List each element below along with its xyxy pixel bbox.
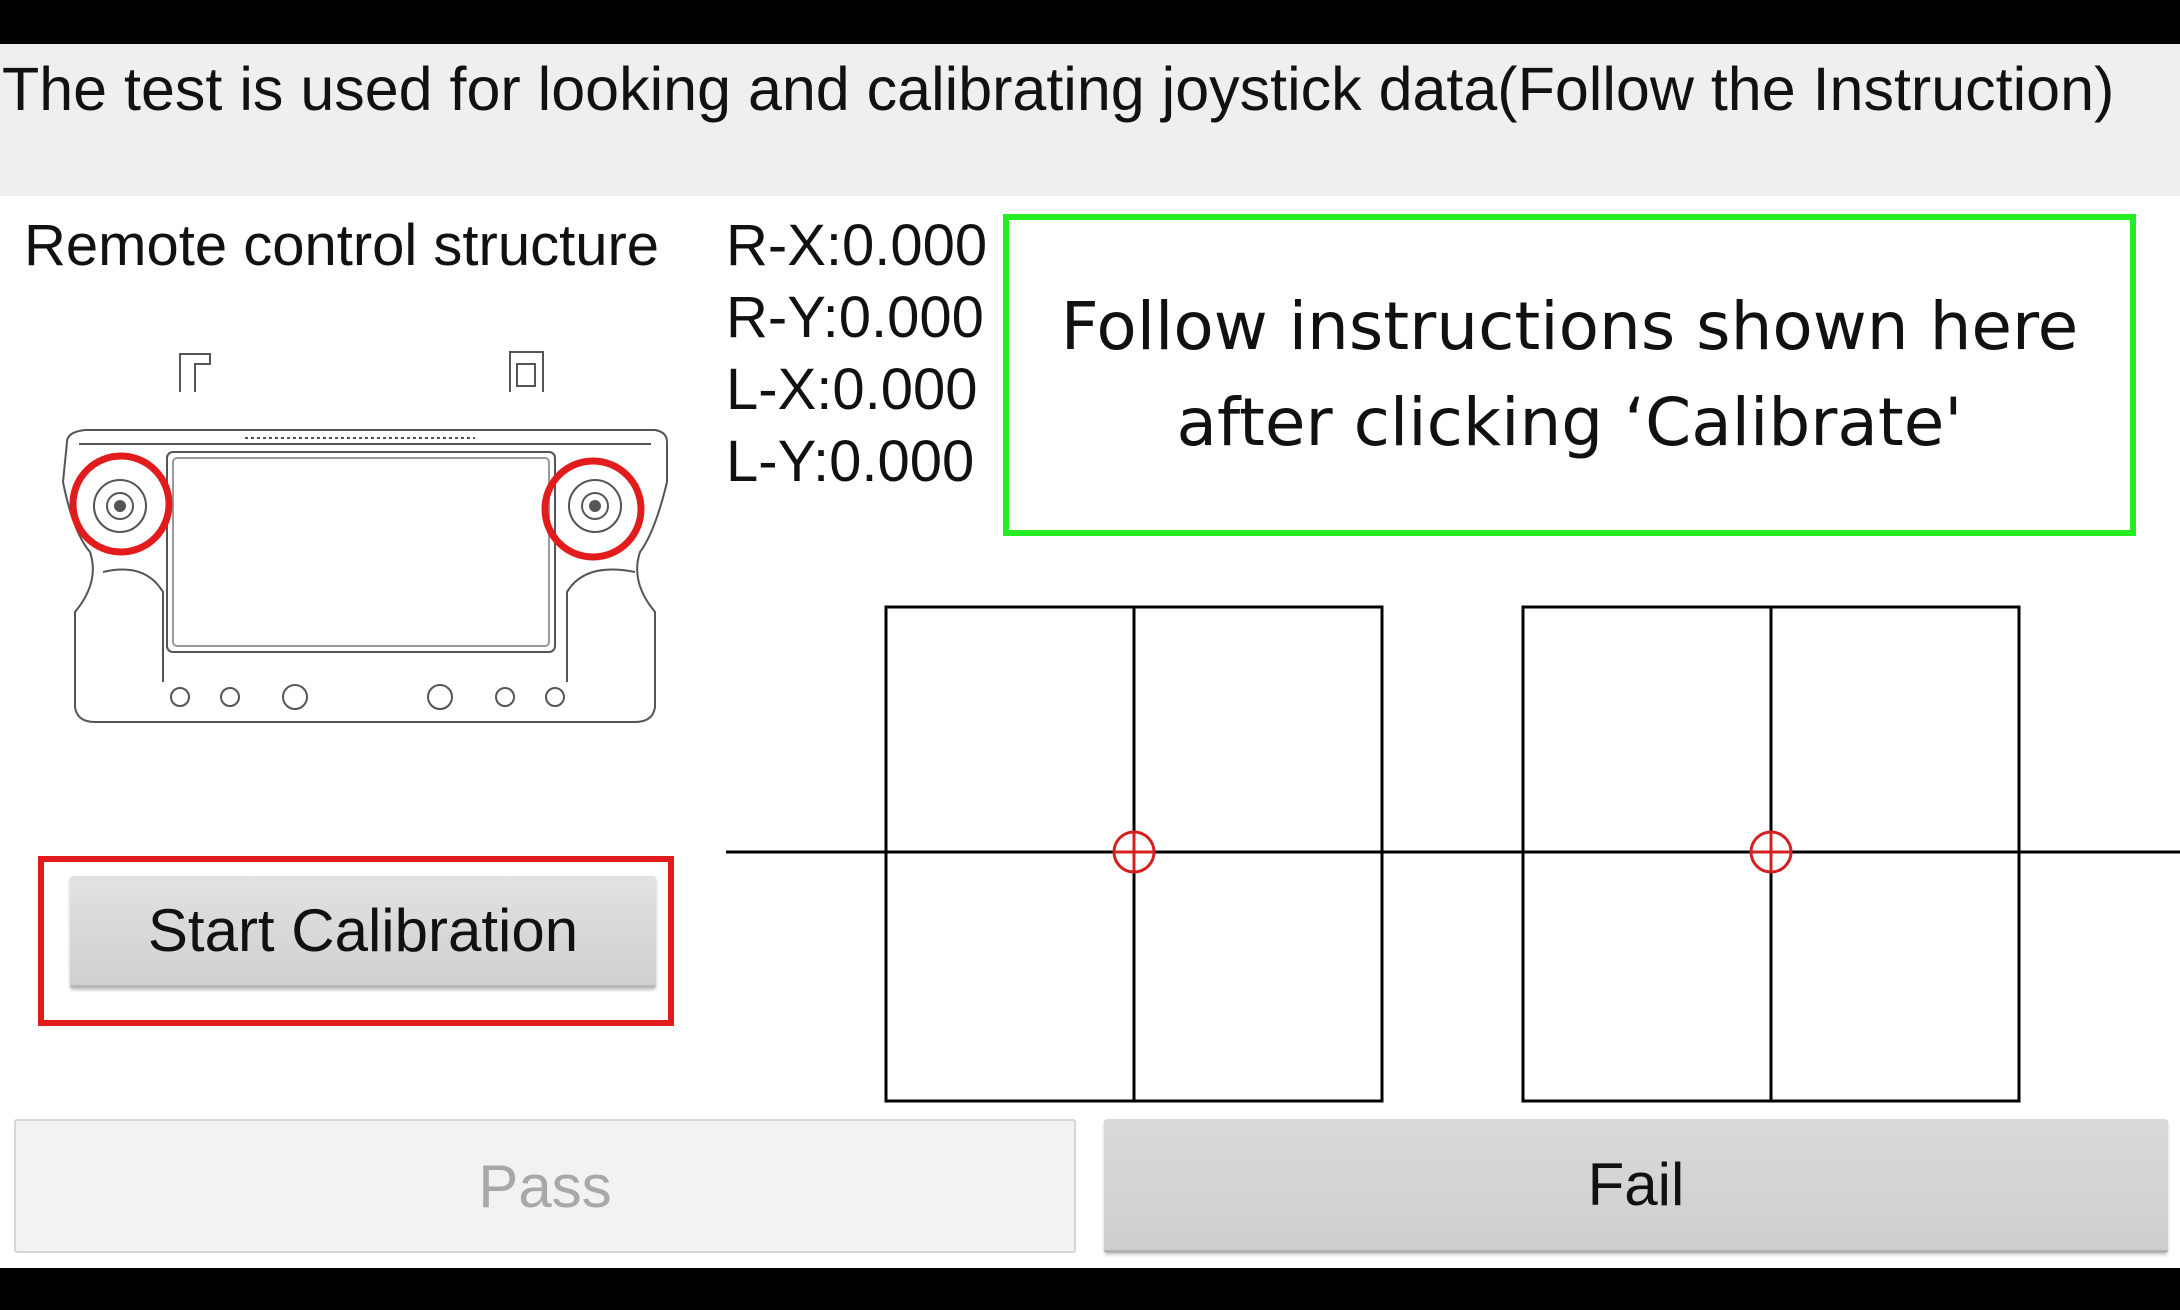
left-joystick-marker	[1112, 830, 1156, 874]
readout-rx: R-X:0.000	[726, 213, 988, 278]
start-calibration-button[interactable]: Start Calibration	[70, 876, 656, 988]
pass-button[interactable]: Pass	[14, 1119, 1076, 1253]
readout-lx: L-X:0.000	[726, 357, 978, 422]
joystick-test-screen: The test is used for looking and calibra…	[0, 44, 2180, 1268]
readout-ry: R-Y:0.000	[726, 285, 984, 350]
axis-readouts: R-X:0.000 R-Y:0.000 L-X:0.000 L-Y:0.000	[726, 210, 987, 498]
remote-structure-title: Remote control structure	[24, 213, 660, 278]
bottom-black-bar	[0, 1268, 2180, 1310]
instruction-panel: Follow instructions shown here after cli…	[1003, 214, 2136, 536]
readout-ly: L-Y:0.000	[726, 429, 975, 494]
instruction-line-1: Follow instructions shown here	[1060, 288, 2079, 365]
right-joystick-marker	[1749, 830, 1793, 874]
instruction-line-2: after clicking ‘Calibrate'	[1176, 384, 1963, 461]
remote-controller-image	[61, 351, 668, 723]
header: The test is used for looking and calibra…	[0, 44, 2180, 196]
instruction-text: Follow instructions shown here after cli…	[1061, 279, 2079, 471]
test-description: The test is used for looking and calibra…	[2, 55, 2115, 123]
top-black-bar	[0, 0, 2180, 44]
fail-button[interactable]: Fail	[1104, 1119, 2168, 1253]
joystick-position-graphs	[726, 605, 2180, 1103]
